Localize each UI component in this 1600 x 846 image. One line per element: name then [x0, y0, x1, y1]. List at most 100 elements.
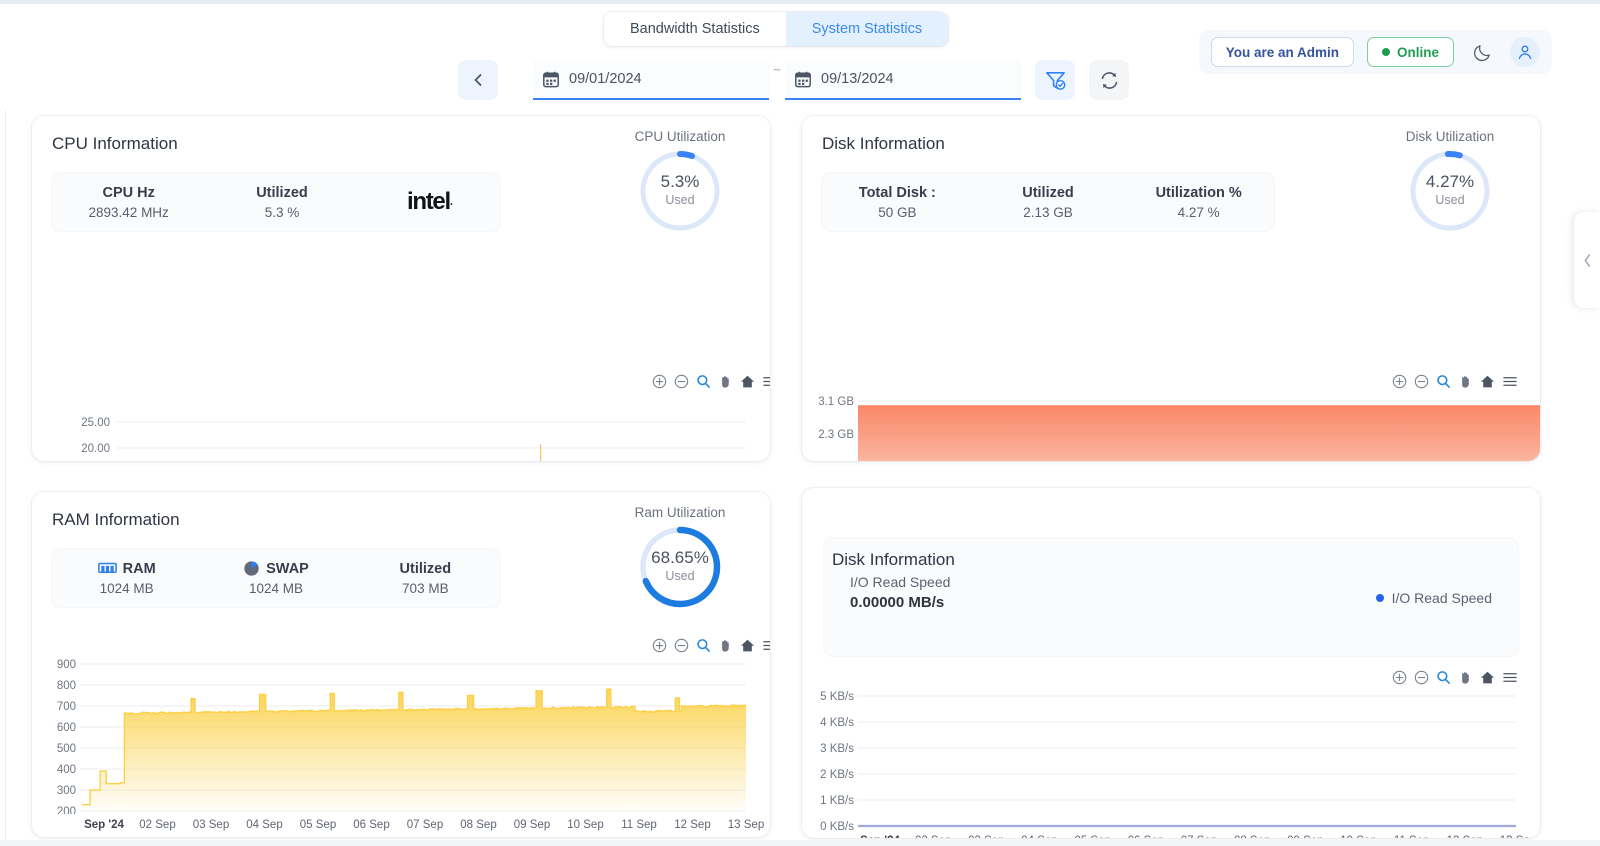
- disk-gauge-value: 4.27%: [1425, 172, 1475, 191]
- disk-information-card: Disk Information Disk Utilization 4.27% …: [802, 116, 1540, 461]
- intel-logo: intel.: [407, 188, 453, 215]
- svg-text:5 KB/s: 5 KB/s: [820, 691, 854, 703]
- selection-zoom-icon[interactable]: [1436, 670, 1451, 685]
- ram-stat-swap-label: SWAP: [266, 560, 309, 577]
- home-icon[interactable]: [740, 374, 755, 389]
- x-axis-tick-label: 05 Sep: [1074, 835, 1110, 838]
- previous-range-button[interactable]: [458, 60, 498, 100]
- x-axis-tick-label: 02 Sep: [139, 819, 175, 831]
- io-legend-dot-icon: [1375, 594, 1384, 602]
- io-chart-svg: 5 KB/s 4 KB/s 3 KB/s 2 KB/s 1 KB/s 0 KB/…: [820, 691, 1516, 833]
- zoom-in-icon[interactable]: [1392, 670, 1407, 685]
- cpu-gauge-label: CPU Utilization: [634, 129, 726, 144]
- svg-text:900: 900: [57, 659, 76, 671]
- date-to-value: 09/13/2024: [821, 71, 894, 87]
- date-to-field[interactable]: 09/13/2024: [785, 60, 1021, 100]
- selection-zoom-icon[interactable]: [696, 374, 711, 389]
- cpu-gauge-value: 5.3%: [660, 172, 700, 191]
- svg-text:200: 200: [57, 806, 76, 814]
- io-header-panel: Disk Information I/O Read Speed 0.00000 …: [824, 538, 1518, 656]
- admin-badge[interactable]: You are an Admin: [1210, 37, 1354, 67]
- home-icon[interactable]: [1480, 670, 1495, 685]
- svg-text:3 KB/s: 3 KB/s: [820, 743, 854, 755]
- disk-gauge-ring: 4.27% Used: [1407, 148, 1493, 234]
- pan-icon[interactable]: [1458, 670, 1473, 685]
- status-badge[interactable]: Online: [1366, 37, 1454, 67]
- disk-stat-percent-key: Utilization %: [1155, 184, 1242, 201]
- user-avatar-button[interactable]: [1510, 37, 1540, 67]
- io-chart-toolbar[interactable]: [1392, 670, 1518, 685]
- tab-bandwidth-statistics[interactable]: Bandwidth Statistics: [604, 12, 786, 46]
- io-legend[interactable]: I/O Read Speed: [1375, 590, 1492, 606]
- cpu-card-title: CPU Information: [52, 134, 178, 153]
- user-icon: [1518, 45, 1532, 60]
- x-axis-tick-label: 11 Sep: [1394, 835, 1430, 838]
- cpu-chart[interactable]: 25.00 20.00 15.00 10.00 5.00 0.00 Sep '2…: [32, 388, 770, 461]
- x-axis-tick-label: 06 Sep: [1128, 835, 1164, 838]
- zoom-out-icon[interactable]: [1414, 374, 1429, 389]
- hamburger-menu-icon[interactable]: [762, 638, 770, 653]
- x-axis-tick-label: Sep '24: [860, 835, 900, 838]
- x-axis-tick-label: 09 Sep: [514, 819, 550, 831]
- x-axis-tick-label: 07 Sep: [407, 819, 443, 831]
- ram-stat-utilized-key: Utilized: [399, 560, 452, 577]
- cpu-chart-toolbar[interactable]: [652, 374, 770, 389]
- zoom-in-icon[interactable]: [1392, 374, 1407, 389]
- tab-system-statistics[interactable]: System Statistics: [785, 12, 949, 46]
- svg-text:600: 600: [57, 722, 76, 734]
- pan-icon[interactable]: [1458, 374, 1473, 389]
- zoom-out-icon[interactable]: [674, 638, 689, 653]
- pan-icon[interactable]: [718, 638, 733, 653]
- ram-chart[interactable]: 900 800 700 600 500 400 300 200 Sep '24 …: [32, 652, 770, 837]
- chevron-left-icon: [474, 74, 482, 86]
- zoom-in-icon[interactable]: [652, 638, 667, 653]
- disk-chart-toolbar[interactable]: [1392, 374, 1518, 389]
- page-left-edge: [0, 4, 6, 846]
- theme-toggle-button[interactable]: [1467, 37, 1497, 67]
- svg-text:400: 400: [57, 764, 76, 776]
- hamburger-menu-icon[interactable]: [1502, 374, 1518, 389]
- date-from-field[interactable]: 09/01/2024: [533, 60, 769, 100]
- disk-chart[interactable]: 3.1 GB 2.3 GB 1.6 GB 800 MB 0 MB Sep '24…: [802, 388, 1540, 461]
- ram-gauge-ring: 68.65% Used: [637, 524, 723, 610]
- svg-text:800: 800: [57, 680, 76, 692]
- ram-chart-toolbar[interactable]: [652, 638, 770, 653]
- x-axis-tick-label: 11 Sep: [621, 819, 657, 831]
- hamburger-menu-icon[interactable]: [1502, 670, 1518, 685]
- side-drawer-toggle[interactable]: [1574, 212, 1600, 308]
- io-chart[interactable]: 5 KB/s 4 KB/s 3 KB/s 2 KB/s 1 KB/s 0 KB/…: [802, 684, 1540, 838]
- ram-gauge-sub: Used: [665, 569, 695, 583]
- io-metric-label: I/O Read Speed: [850, 574, 951, 590]
- x-axis-tick-label: 03 Sep: [193, 819, 229, 831]
- ram-stat-swap-key: SWAP: [207, 560, 344, 577]
- ram-chart-xaxis: Sep '24 02 Sep 03 Sep 04 Sep 05 Sep 06 Sep 07 …: [84, 819, 764, 831]
- statistics-tabs[interactable]: Bandwidth Statistics System Statistics: [604, 12, 949, 46]
- x-axis-tick-label: 02 Sep: [915, 835, 951, 838]
- zoom-out-icon[interactable]: [1414, 670, 1429, 685]
- ram-chart-svg: 900 800 700 600 500 400 300 200: [57, 659, 747, 814]
- date-from-value: 09/01/2024: [569, 71, 642, 87]
- ram-stat-swap: SWAP 1024 MB: [201, 560, 350, 596]
- zoom-in-icon[interactable]: [652, 374, 667, 389]
- pan-icon[interactable]: [718, 374, 733, 389]
- date-range-separator: ~: [773, 62, 781, 77]
- selection-zoom-icon[interactable]: [1436, 374, 1451, 389]
- disk-stat-percent-value: 4.27 %: [1177, 204, 1220, 220]
- disk-io-information-card: Disk Information I/O Read Speed 0.00000 …: [802, 488, 1540, 838]
- home-icon[interactable]: [740, 638, 755, 653]
- io-chart-xaxis: Sep '24 02 Sep 03 Sep 04 Sep 05 Sep 06 Sep 07 …: [860, 835, 1536, 838]
- cpu-utilization-gauge: CPU Utilization 5.3% Used: [620, 129, 740, 234]
- ram-stat-swap-value: 1024 MB: [248, 581, 304, 596]
- refresh-button[interactable]: [1089, 60, 1129, 100]
- apply-filter-button[interactable]: [1035, 60, 1075, 100]
- zoom-out-icon[interactable]: [674, 374, 689, 389]
- refresh-icon: [1101, 71, 1117, 89]
- home-icon[interactable]: [1480, 374, 1495, 389]
- x-axis-tick-label: 12 Sep: [1447, 835, 1483, 838]
- hamburger-menu-icon[interactable]: [762, 374, 770, 389]
- cpu-stat-hz-key: CPU Hz: [102, 184, 155, 201]
- cpu-stat-utilized-value: 5.3 %: [264, 204, 300, 220]
- selection-zoom-icon[interactable]: [696, 638, 711, 653]
- disk-stat-percent: Utilization % 4.27 %: [1123, 185, 1274, 220]
- cpu-gauge-ring: 5.3% Used: [637, 148, 723, 234]
